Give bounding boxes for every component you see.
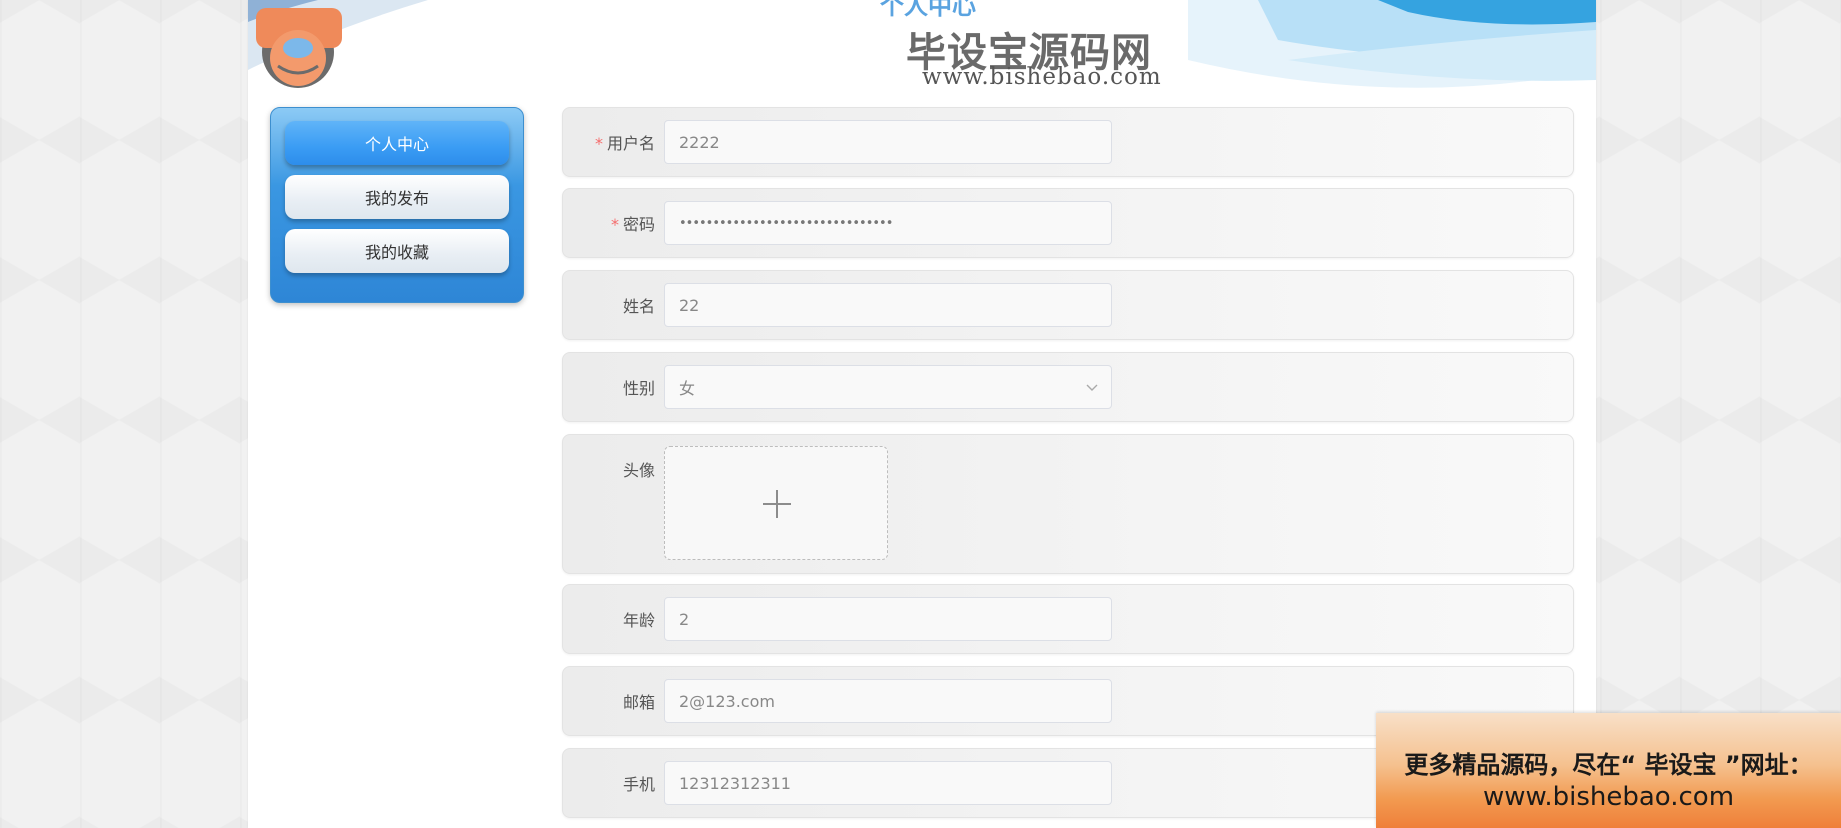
sidebar-item-label: 个人中心 [364, 135, 429, 154]
logo-badge-text: 毕设宝 [822, 24, 871, 43]
promo-url: www.bishebao.com [1482, 782, 1735, 812]
plus-icon [763, 490, 791, 518]
promo-text: 更多精品源码，尽在“ 毕设宝 ”网址： [1404, 751, 1813, 779]
phone-input[interactable]: 12312312311 [664, 761, 1112, 805]
email-label: 邮箱 [622, 693, 655, 712]
username-input[interactable]: 2222 [664, 120, 1112, 164]
form-row-age: 年龄 2 [562, 584, 1574, 654]
form-row-gender: 性别 女 [562, 352, 1574, 422]
sidebar-item-personal-center[interactable]: 个人中心 [285, 121, 509, 165]
name-label: 姓名 [622, 297, 655, 316]
page-title: 个人中心 [880, 0, 976, 20]
form-row-password: * 密码 •••••••••••••••••••••••••••••••• [562, 188, 1574, 258]
name-input[interactable]: 22 [664, 283, 1112, 327]
password-input[interactable]: •••••••••••••••••••••••••••••••• [664, 201, 1112, 245]
phone-label: 手机 [622, 775, 655, 794]
gender-label: 性别 [622, 379, 655, 398]
password-label: * 密码 [610, 215, 655, 234]
age-input[interactable]: 2 [664, 597, 1112, 641]
logo-mascot-icon [256, 8, 342, 88]
age-label: 年龄 [622, 611, 655, 630]
form-row-name: 姓名 22 [562, 270, 1574, 340]
form-row-username: * 用户名 2222 [562, 107, 1574, 177]
sidebar-menu: 个人中心 我的发布 我的收藏 [270, 107, 524, 303]
gender-selected-value: 女 [679, 379, 696, 398]
page-container: 个人中心 毕设宝 毕设宝源码网 www.bishebao.com 个人中心 我的… [248, 0, 1596, 828]
logo-url: www.bishebao.com [922, 64, 1162, 90]
sidebar-item-label: 我的发布 [364, 189, 429, 208]
sidebar-item-my-posts[interactable]: 我的发布 [285, 175, 509, 219]
avatar-upload-button[interactable] [664, 446, 888, 560]
chevron-down-icon [1086, 384, 1098, 391]
avatar-label: 头像 [622, 461, 655, 480]
email-input[interactable]: 2@123.com [664, 679, 1112, 723]
sidebar-item-my-favorites[interactable]: 我的收藏 [285, 229, 509, 273]
form-row-avatar: 头像 [562, 434, 1574, 574]
header-banner: 个人中心 毕设宝 毕设宝源码网 www.bishebao.com [248, 0, 1596, 98]
promo-banner[interactable]: 更多精品源码，尽在“ 毕设宝 ”网址： www.bishebao.com [1376, 713, 1841, 828]
gender-select[interactable]: 女 [664, 365, 1112, 409]
username-label: * 用户名 [594, 134, 655, 153]
sidebar-item-label: 我的收藏 [364, 243, 429, 262]
